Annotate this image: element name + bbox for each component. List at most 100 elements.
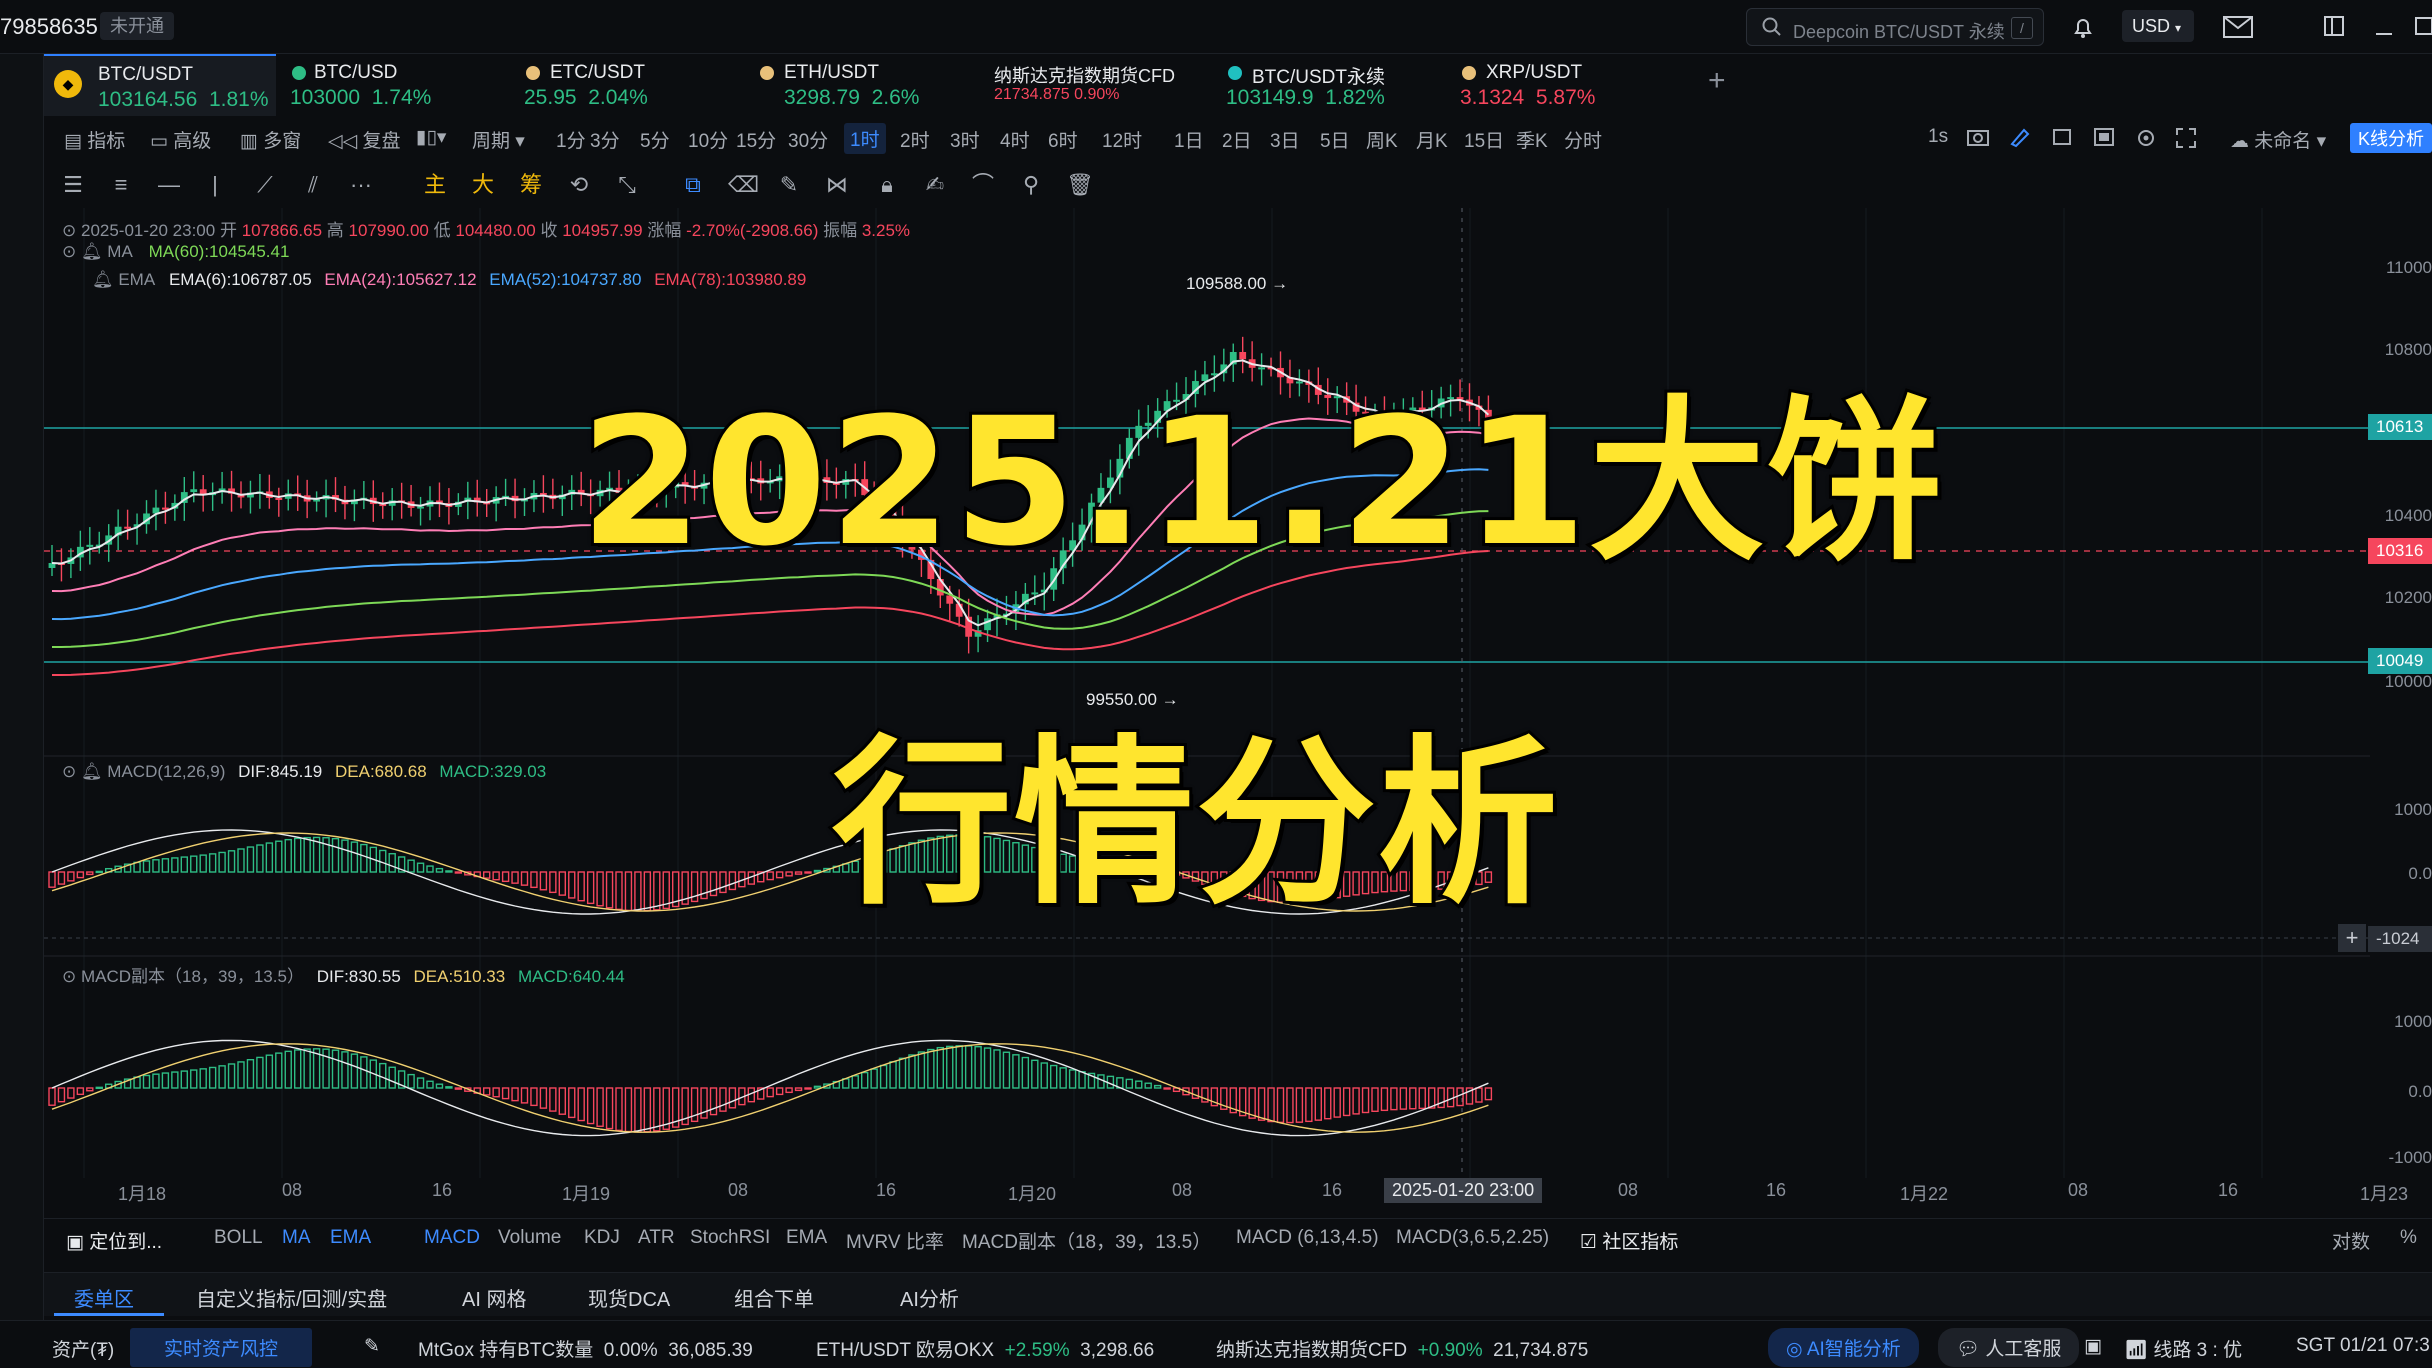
- indicator-boll[interactable]: BOLL: [214, 1227, 263, 1249]
- locate-button[interactable]: ▣ 定位到...: [66, 1227, 162, 1254]
- connection-status[interactable]: 📶︎ 线路 3 : 优: [2124, 1335, 2242, 1362]
- indicator-ma[interactable]: MA: [282, 1227, 311, 1249]
- community-indicators-button[interactable]: ☑ 社区指标: [1580, 1227, 1678, 1254]
- window-icon[interactable]: [2322, 14, 2346, 38]
- symbol-tab-btc-usdt[interactable]: ◆ BTC/USDT 103164.56 1.81%: [44, 54, 276, 116]
- note-icon[interactable]: ✍: [922, 172, 948, 198]
- timeframe-15[interactable]: 5日: [1320, 126, 1350, 153]
- timeframe-7[interactable]: 2时: [900, 126, 930, 153]
- symbol-tab-eth-usdt[interactable]: ETH/USDT 3298.79 2.6%: [758, 54, 978, 116]
- timeframe-11[interactable]: 12时: [1102, 126, 1142, 153]
- main-force-button[interactable]: 主: [422, 172, 448, 198]
- timeframe-13[interactable]: 2日: [1222, 126, 1252, 153]
- indicator-macd-copy[interactable]: MACD副本（18，39，13.5）: [962, 1227, 1211, 1254]
- symbol-tab-xrp-usdt[interactable]: XRP/USDT 3.1324 5.87%: [1460, 54, 1680, 116]
- magnet-icon[interactable]: ⌒: [970, 172, 996, 198]
- timeframe-6[interactable]: 1时: [844, 123, 886, 154]
- more-icon[interactable]: ···: [348, 172, 374, 198]
- multi-window-button[interactable]: ▥ 多窗: [240, 126, 301, 153]
- advanced-button[interactable]: ▭ 高级: [150, 126, 211, 153]
- timeframe-4[interactable]: 15分: [736, 126, 776, 153]
- timeframe-20[interactable]: 分时: [1564, 126, 1602, 153]
- horizontal-lines-icon[interactable]: ≡: [108, 172, 134, 198]
- add-tab-icon[interactable]: +: [1708, 64, 1726, 98]
- minimize-icon[interactable]: [2372, 14, 2396, 38]
- indicators-button[interactable]: ▤ 指标: [64, 126, 125, 153]
- replay-button[interactable]: ◁◁ 复盘: [328, 126, 401, 153]
- indicator-kdj[interactable]: KDJ: [584, 1227, 620, 1249]
- symbol-tab-btc-usd[interactable]: BTC/USD 103000 1.74%: [288, 54, 508, 116]
- layout-name-select[interactable]: ☁ 未命名 ▾: [2230, 126, 2326, 153]
- chart-type-button[interactable]: ▮▯▾: [416, 126, 446, 149]
- gear-icon[interactable]: [2134, 126, 2158, 150]
- indicator-macd-6-13[interactable]: MACD (6,13,4.5): [1236, 1227, 1379, 1249]
- kline-analysis-button[interactable]: K线分析: [2350, 123, 2432, 153]
- indicator-ema-sub[interactable]: EMA: [786, 1227, 827, 1249]
- vertical-line-icon[interactable]: |: [202, 172, 228, 198]
- pattern-icon[interactable]: ⋈: [824, 172, 850, 198]
- measure-icon[interactable]: ⤡: [614, 172, 640, 198]
- pen-icon[interactable]: [2008, 126, 2032, 148]
- period-select[interactable]: 周期 ▾: [472, 126, 525, 153]
- timeframe-18[interactable]: 15日: [1464, 126, 1504, 153]
- cycle-icon[interactable]: ⟲: [566, 172, 592, 198]
- indicator-volume[interactable]: Volume: [498, 1227, 561, 1249]
- tab-ai-analysis[interactable]: AI分析: [900, 1283, 959, 1312]
- indicator-stochrsi[interactable]: StochRSI: [690, 1227, 770, 1249]
- currency-select[interactable]: USD ▾: [2122, 10, 2194, 42]
- tab-orders[interactable]: 委单区: [74, 1283, 134, 1312]
- lock-icon[interactable]: 🔒︎: [874, 172, 900, 198]
- tab-combo-order[interactable]: 组合下单: [734, 1283, 814, 1312]
- timeframe-19[interactable]: 季K: [1516, 126, 1548, 153]
- price-chart[interactable]: [44, 208, 2370, 1188]
- tab-spot-dca[interactable]: 现货DCA: [588, 1283, 670, 1312]
- symbol-tab-etc-usdt[interactable]: ETC/USDT 25.95 2.04%: [524, 54, 744, 116]
- timeframe-10[interactable]: 6时: [1048, 126, 1078, 153]
- symbol-tab-btc-usdt-perp[interactable]: BTC/USDT永续 103149.9 1.82%: [1226, 54, 1456, 116]
- eraser-icon[interactable]: ⌫: [728, 172, 759, 198]
- timeframe-1[interactable]: 3分: [590, 126, 620, 153]
- fullscreen-icon[interactable]: [2174, 126, 2198, 150]
- camera-icon[interactable]: [1966, 126, 1990, 148]
- ai-analysis-button[interactable]: ◎ AI智能分析: [1768, 1328, 1919, 1367]
- timeframe-5[interactable]: 30分: [788, 126, 828, 153]
- timeframe-16[interactable]: 周K: [1366, 126, 1398, 153]
- add-crosshair-icon[interactable]: +: [2338, 924, 2366, 952]
- tab-ai-grid[interactable]: AI 网格: [462, 1283, 526, 1312]
- maximize-icon[interactable]: [2414, 14, 2432, 38]
- mail-icon[interactable]: [2222, 14, 2254, 40]
- timeframe-0[interactable]: 1分: [556, 126, 586, 153]
- bell-icon[interactable]: [2070, 14, 2096, 40]
- copy-icon[interactable]: ⧉: [680, 172, 706, 198]
- customer-service-button[interactable]: 💬︎ 人工客服: [1938, 1328, 2080, 1367]
- tab-custom-indicators[interactable]: 自定义指标/回测/实盘: [196, 1283, 387, 1312]
- timeframe-9[interactable]: 4时: [1000, 126, 1030, 153]
- timeframe-2[interactable]: 5分: [640, 126, 670, 153]
- indicator-macd[interactable]: MACD: [424, 1227, 480, 1249]
- chip-button[interactable]: 筹: [518, 172, 544, 198]
- big-order-button[interactable]: 大: [470, 172, 496, 198]
- frame-icon[interactable]: [2050, 126, 2074, 148]
- pen-icon[interactable]: ✎: [364, 1335, 380, 1358]
- menu-lines-icon[interactable]: ☰: [60, 172, 86, 198]
- timeframe-12[interactable]: 1日: [1174, 126, 1204, 153]
- ohlc-collapse-icon[interactable]: ⊙: [62, 221, 76, 240]
- filter-icon[interactable]: ⚲: [1018, 172, 1044, 198]
- percent-scale-toggle[interactable]: %: [2400, 1227, 2417, 1249]
- symbol-tab-nasdaq[interactable]: 纳斯达克指数期货CFD 21734.875 0.90%: [992, 54, 1232, 116]
- trash-icon[interactable]: 🗑︎: [1066, 172, 1094, 198]
- help-icon[interactable]: ▣: [2084, 1335, 2102, 1358]
- timeframe-17[interactable]: 月K: [1416, 126, 1448, 153]
- trend-line-icon[interactable]: ⟋: [252, 172, 278, 198]
- parallel-line-icon[interactable]: ⫽: [300, 172, 326, 198]
- horizontal-ray-icon[interactable]: —: [156, 172, 182, 198]
- interval-1s[interactable]: 1s: [1928, 126, 1948, 148]
- indicator-macd-3-6[interactable]: MACD(3,6.5,2.25): [1396, 1227, 1549, 1249]
- brush-icon[interactable]: ✎: [776, 172, 802, 198]
- indicator-ema[interactable]: EMA: [330, 1227, 371, 1249]
- timeframe-8[interactable]: 3时: [950, 126, 980, 153]
- template-icon[interactable]: [2092, 126, 2116, 148]
- search-input[interactable]: Deepcoin BTC/USDT 永续 /: [1746, 8, 2044, 46]
- indicator-mvrv[interactable]: MVRV 比率: [846, 1227, 944, 1254]
- timeframe-14[interactable]: 3日: [1270, 126, 1300, 153]
